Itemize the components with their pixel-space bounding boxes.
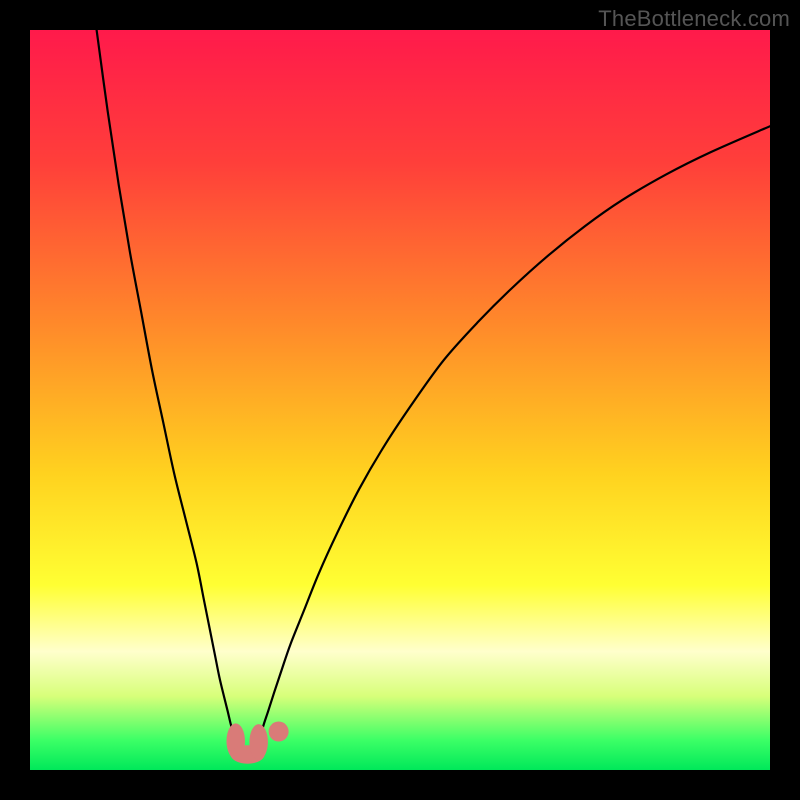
watermark-text: TheBottleneck.com bbox=[598, 6, 790, 32]
blob-dot bbox=[269, 722, 289, 742]
plot-area bbox=[30, 30, 770, 770]
outer-frame: TheBottleneck.com bbox=[0, 0, 800, 800]
blob-U-right bbox=[249, 724, 268, 760]
chart-svg bbox=[30, 30, 770, 770]
gradient-bg bbox=[30, 30, 770, 770]
